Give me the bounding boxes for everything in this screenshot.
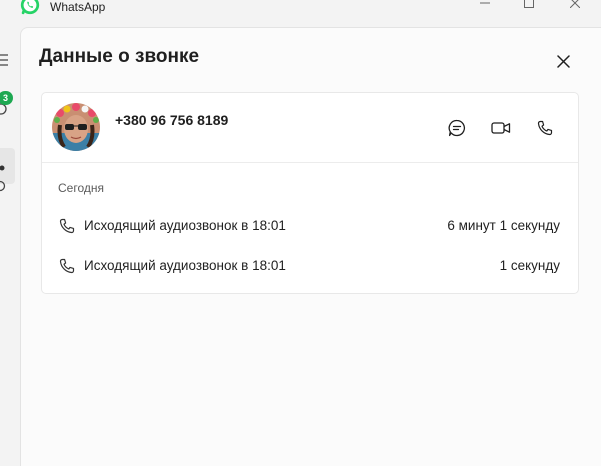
call-description: Исходящий аудиозвонок в 18:01 — [84, 258, 286, 273]
date-group-label: Сегодня — [58, 181, 104, 195]
contact-photo — [52, 103, 100, 151]
menu-icon[interactable] — [0, 50, 16, 70]
message-button[interactable] — [446, 117, 468, 139]
call-log-row: Исходящий аудиозвонок в 18:01 6 минут 1 … — [42, 214, 578, 240]
maximize-button[interactable] — [514, 0, 544, 10]
contact-phone-number[interactable]: +380 96 756 8189 — [115, 112, 228, 128]
phone-icon — [537, 120, 553, 136]
outgoing-call-icon — [59, 218, 75, 234]
call-details-panel: Данные о звонке +380 96 756 8189 Сегодня… — [20, 27, 601, 466]
minimize-button[interactable] — [470, 0, 500, 10]
maximize-icon — [524, 0, 534, 8]
call-duration: 1 секунду — [499, 258, 560, 273]
page-title: Данные о звонке — [39, 46, 200, 67]
whatsapp-logo-icon — [20, 0, 40, 15]
contact-row: +380 96 756 8189 — [42, 93, 578, 163]
video-call-button[interactable] — [490, 117, 512, 139]
avatar[interactable] — [52, 103, 100, 151]
close-icon — [556, 54, 570, 68]
voice-call-button[interactable] — [534, 117, 556, 139]
navigation-rail — [0, 20, 20, 465]
title-bar: ‹ WhatsApp — [0, 0, 601, 20]
status-icon[interactable] — [0, 175, 16, 195]
app-title: WhatsApp — [50, 0, 106, 14]
call-duration: 6 минут 1 секунду — [447, 218, 560, 233]
call-details-card: +380 96 756 8189 Сегодня Исходящий аудио… — [41, 92, 579, 294]
outgoing-call-icon — [59, 258, 75, 274]
call-log-row: Исходящий аудиозвонок в 18:01 1 секунду — [42, 254, 578, 280]
window-close-button[interactable] — [560, 0, 590, 10]
close-button[interactable] — [552, 50, 574, 72]
call-description: Исходящий аудиозвонок в 18:01 — [84, 218, 286, 233]
minimize-icon — [480, 2, 490, 4]
window-close-icon — [570, 0, 580, 8]
video-camera-icon — [491, 122, 511, 134]
chat-bubble-icon — [448, 119, 465, 137]
